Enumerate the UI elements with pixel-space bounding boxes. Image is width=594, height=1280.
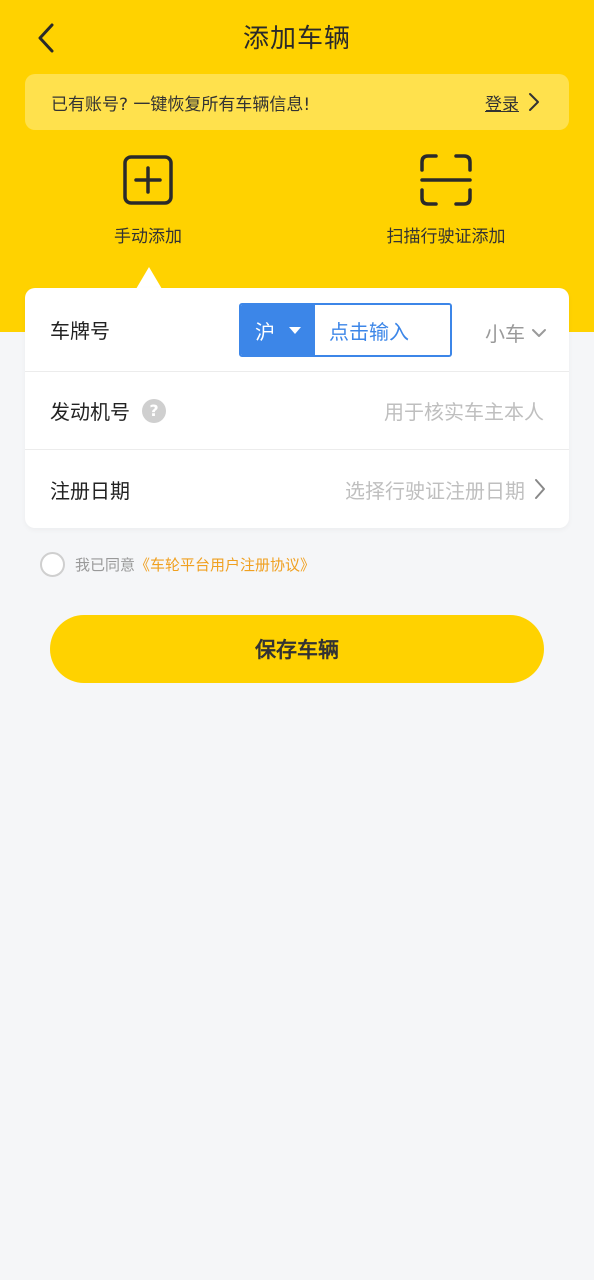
manual-add-label: 手动添加 — [114, 227, 182, 247]
chevron-down-icon — [532, 328, 546, 337]
nav-bar: 添加车辆 — [0, 0, 594, 76]
register-date-placeholder: 选择行驶证注册日期 — [345, 478, 525, 503]
register-date-selector[interactable]: 选择行驶证注册日期 — [345, 475, 547, 504]
caret-down-icon — [289, 326, 301, 334]
question-circle-icon[interactable]: ? — [142, 398, 166, 423]
selected-mode-indicator — [136, 267, 162, 289]
engine-row: 发动机号 ? 用于核实车主本人 — [25, 372, 569, 450]
agreement-checkbox[interactable] — [40, 552, 65, 577]
save-vehicle-button[interactable]: 保存车辆 — [50, 615, 544, 683]
login-label: 登录 — [485, 94, 519, 115]
plate-input-group: 沪 点击输入 — [239, 303, 452, 357]
page-title: 添加车辆 — [242, 24, 351, 54]
agreement-prefix: 我已同意 — [75, 556, 136, 574]
engine-number-input[interactable]: 用于核实车主本人 — [384, 396, 544, 425]
plus-square-icon — [122, 152, 174, 208]
restore-banner-text: 已有账号? 一键恢复所有车辆信息! — [51, 94, 311, 115]
car-type-value: 小车 — [485, 322, 525, 346]
manual-add-option[interactable]: 手动添加 — [78, 152, 218, 247]
plate-label: 车牌号 — [50, 319, 110, 343]
login-link[interactable]: 登录 — [485, 90, 543, 115]
chevron-right-icon — [535, 479, 545, 499]
vehicle-form-card: 车牌号 沪 点击输入 小车 发动机号 ? 用于核实车主本人 注册日期 选择行驶证… — [25, 288, 569, 528]
plate-row: 车牌号 沪 点击输入 小车 — [25, 288, 569, 372]
car-type-selector[interactable]: 小车 — [485, 318, 547, 347]
agreement-link[interactable]: 《车轮平台用户注册协议》 — [135, 554, 315, 575]
chevron-right-icon — [529, 93, 539, 111]
add-vehicle-screen: 添加车辆 已有账号? 一键恢复所有车辆信息! 登录 手动添加 扫描行驶证添加 车… — [0, 0, 594, 1280]
scan-license-option[interactable]: 扫描行驶证添加 — [370, 152, 522, 247]
register-date-label: 注册日期 — [50, 478, 130, 503]
restore-banner[interactable]: 已有账号? 一键恢复所有车辆信息! 登录 — [25, 74, 569, 130]
plate-number-input[interactable]: 点击输入 — [315, 305, 450, 355]
province-value: 沪 — [255, 319, 275, 344]
engine-label: 发动机号 — [50, 400, 130, 424]
agreement-row: 我已同意 《车轮平台用户注册协议》 — [40, 552, 315, 577]
scan-frame-icon — [420, 152, 472, 208]
scan-license-label: 扫描行驶证添加 — [386, 227, 506, 247]
province-selector[interactable]: 沪 — [241, 305, 315, 355]
register-date-row: 注册日期 选择行驶证注册日期 — [25, 450, 569, 528]
